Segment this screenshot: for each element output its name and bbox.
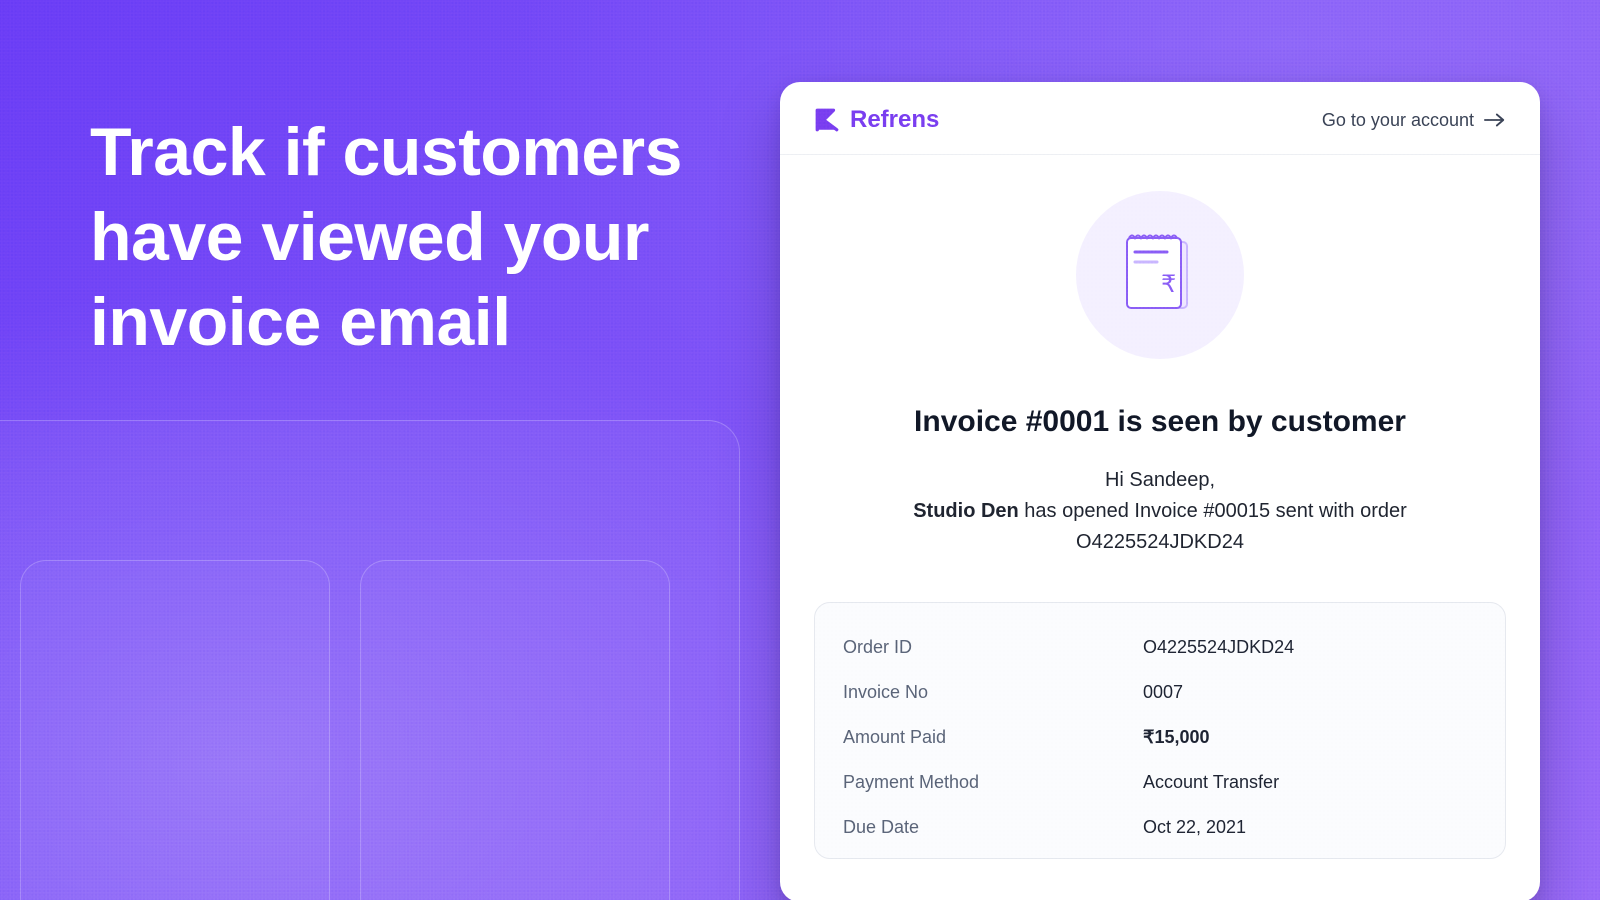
hero-line-2: have viewed your bbox=[90, 195, 682, 280]
detail-row-due-date: Due Date Oct 22, 2021 bbox=[843, 805, 1477, 850]
detail-row-order-id: Order ID O4225524JDKD24 bbox=[843, 625, 1477, 670]
label-due-date: Due Date bbox=[843, 817, 1143, 838]
order-ref: O4225524JDKD24 bbox=[913, 527, 1407, 558]
hero-line-1: Track if customers bbox=[90, 110, 682, 195]
detail-row-payment-method: Payment Method Account Transfer bbox=[843, 760, 1477, 805]
email-preview-card: Refrens Go to your account bbox=[780, 82, 1540, 900]
value-payment-method: Account Transfer bbox=[1143, 772, 1279, 793]
card-hero: ₹ Invoice #0001 is seen by customer Hi S… bbox=[780, 155, 1540, 568]
hero-line-3: invoice email bbox=[90, 280, 682, 365]
invoice-details: Order ID O4225524JDKD24 Invoice No 0007 … bbox=[814, 602, 1506, 859]
card-header: Refrens Go to your account bbox=[780, 82, 1540, 155]
arrow-right-icon bbox=[1484, 112, 1506, 128]
svg-text:₹: ₹ bbox=[1161, 271, 1176, 298]
invoice-icon: ₹ bbox=[1123, 230, 1197, 320]
body-line: Studio Den has opened Invoice #00015 sen… bbox=[913, 496, 1407, 527]
label-order-id: Order ID bbox=[843, 637, 1143, 658]
detail-row-invoice-no: Invoice No 0007 bbox=[843, 670, 1477, 715]
value-due-date: Oct 22, 2021 bbox=[1143, 817, 1246, 838]
decorative-panel bbox=[20, 560, 330, 900]
brand: Refrens bbox=[814, 106, 939, 134]
value-invoice-no: 0007 bbox=[1143, 682, 1183, 703]
greeting-line: Hi Sandeep, bbox=[913, 465, 1407, 496]
brand-name: Refrens bbox=[850, 106, 939, 134]
marketing-stage: Track if customers have viewed your invo… bbox=[0, 0, 1600, 900]
go-to-account-link[interactable]: Go to your account bbox=[1322, 110, 1506, 131]
decorative-panel bbox=[360, 560, 670, 900]
label-payment-method: Payment Method bbox=[843, 772, 1143, 793]
invoice-illustration: ₹ bbox=[1076, 191, 1244, 359]
card-title: Invoice #0001 is seen by customer bbox=[914, 405, 1406, 439]
label-amount-paid: Amount Paid bbox=[843, 727, 1143, 748]
client-name: Studio Den bbox=[913, 500, 1019, 522]
detail-row-amount-paid: Amount Paid ₹15,000 bbox=[843, 715, 1477, 760]
hero-headline: Track if customers have viewed your invo… bbox=[90, 110, 682, 365]
value-amount-paid: ₹15,000 bbox=[1143, 727, 1210, 748]
label-invoice-no: Invoice No bbox=[843, 682, 1143, 703]
body-rest: has opened Invoice #00015 sent with orde… bbox=[1019, 500, 1407, 522]
brand-logo-icon bbox=[814, 107, 840, 133]
card-greeting: Hi Sandeep, Studio Den has opened Invoic… bbox=[913, 465, 1407, 558]
value-order-id: O4225524JDKD24 bbox=[1143, 637, 1294, 658]
account-link-label: Go to your account bbox=[1322, 110, 1474, 131]
